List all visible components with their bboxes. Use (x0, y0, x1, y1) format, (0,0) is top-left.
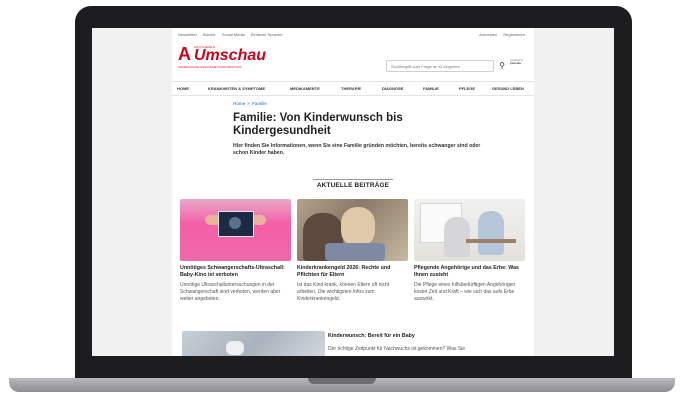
social-media-link[interactable]: Social Media (222, 32, 245, 37)
main-nav: HOME KRANKHEITEN & SYMPTOME MEDIKAMENTE … (172, 81, 534, 96)
logo-wordmark: Umschau (194, 47, 267, 64)
powered-by-provider: pascale (510, 61, 522, 66)
register-link[interactable]: Registrieren (503, 32, 525, 37)
nav-familie[interactable]: FAMILIE (423, 86, 439, 91)
article-title[interactable]: Pflegende Angehörige und das Erbe: Was I… (414, 265, 525, 279)
page-lead: Hier finden Sie Informationen, wenn Sie … (233, 143, 481, 156)
search-input[interactable]: Suchbegriff oder Frage an KI eingeben (386, 60, 494, 72)
article-teaser: Unnötige Ultraschalluntersuchungen in de… (180, 282, 281, 303)
image-detail (444, 217, 470, 257)
login-link[interactable]: Anmelden (479, 32, 497, 37)
page-title: Familie: Von Kinderwunsch bis Kindergesu… (233, 112, 403, 137)
logo-tagline: UNABHÄNGIGE GESUNDHEITSINFORMATION (178, 66, 242, 69)
featured-teaser: Der richtige Zeitpunkt für Nachwuchs ist… (328, 346, 466, 352)
breadcrumb-current[interactable]: Familie (252, 101, 267, 106)
nav-medikamente[interactable]: MEDIKAMENTE (290, 86, 320, 91)
article-image[interactable] (297, 199, 408, 261)
powered-by: powered by pascale (510, 59, 534, 66)
search-placeholder: Suchbegriff oder Frage an KI eingeben (391, 64, 460, 69)
image-detail (478, 211, 504, 255)
nav-home[interactable]: HOME (177, 86, 189, 91)
section-divider (313, 179, 393, 180)
site-logo[interactable]: A APOTHEKEN Umschau UNABHÄNGIGE GESUNDHE… (178, 44, 266, 74)
article-card[interactable]: Kinderkrankengeld 2026: Rechte und Pflic… (297, 199, 408, 304)
laptop-screen: Newsletter Bücher Social Media Einfache … (92, 28, 614, 356)
einfache-sprache-link[interactable]: Einfache Sprache (251, 32, 283, 37)
article-card[interactable]: Pflegende Angehörige und das Erbe: Was I… (414, 199, 525, 304)
nav-gesund-leben[interactable]: GESUND LEBEN (492, 86, 524, 91)
featured-image[interactable] (182, 331, 325, 356)
article-image[interactable] (180, 199, 291, 261)
top-links: Newsletter Bücher Social Media Einfache … (178, 32, 287, 37)
breadcrumb: Home > Familie (233, 101, 267, 106)
section-title: AKTUELLE BEITRÄGE (316, 182, 390, 189)
pharmacy-a-icon: A (178, 44, 191, 64)
image-detail (466, 239, 516, 243)
article-card[interactable]: Unnötiges Schwangerschafts-Ultraschall: … (180, 199, 291, 304)
article-image[interactable] (414, 199, 525, 261)
article-title[interactable]: Unnötiges Schwangerschafts-Ultraschall: … (180, 265, 291, 279)
breadcrumb-separator: > (247, 101, 250, 106)
image-detail (325, 243, 385, 261)
nav-pflege[interactable]: PFLEGE (459, 86, 475, 91)
account-links: Anmelden Registrieren (479, 32, 530, 37)
breadcrumb-home[interactable]: Home (233, 101, 245, 106)
image-detail (226, 341, 244, 355)
nav-therapie[interactable]: THERAPIE (341, 86, 361, 91)
newsletter-link[interactable]: Newsletter (178, 32, 197, 37)
article-teaser: Ist das Kind krank, können Eltern oft ni… (297, 282, 390, 303)
search-icon[interactable]: ⚲ (497, 61, 507, 71)
featured-title[interactable]: Kinderwunsch: Bereit für ein Baby (328, 333, 415, 339)
top-bar: Newsletter Bücher Social Media Einfache … (172, 28, 534, 40)
nav-krankheiten[interactable]: KRANKHEITEN & SYMPTOME (208, 86, 265, 91)
buecher-link[interactable]: Bücher (203, 32, 216, 37)
article-teaser: Die Pflege eines hilfsbedürftigen Angehö… (414, 282, 516, 303)
nav-diagnose[interactable]: DIAGNOSE (382, 86, 403, 91)
web-page: Newsletter Bücher Social Media Einfache … (172, 28, 534, 356)
image-detail (341, 207, 375, 247)
article-title[interactable]: Kinderkrankengeld 2026: Rechte und Pflic… (297, 265, 408, 279)
laptop-notch (308, 378, 376, 384)
image-detail (218, 211, 254, 237)
